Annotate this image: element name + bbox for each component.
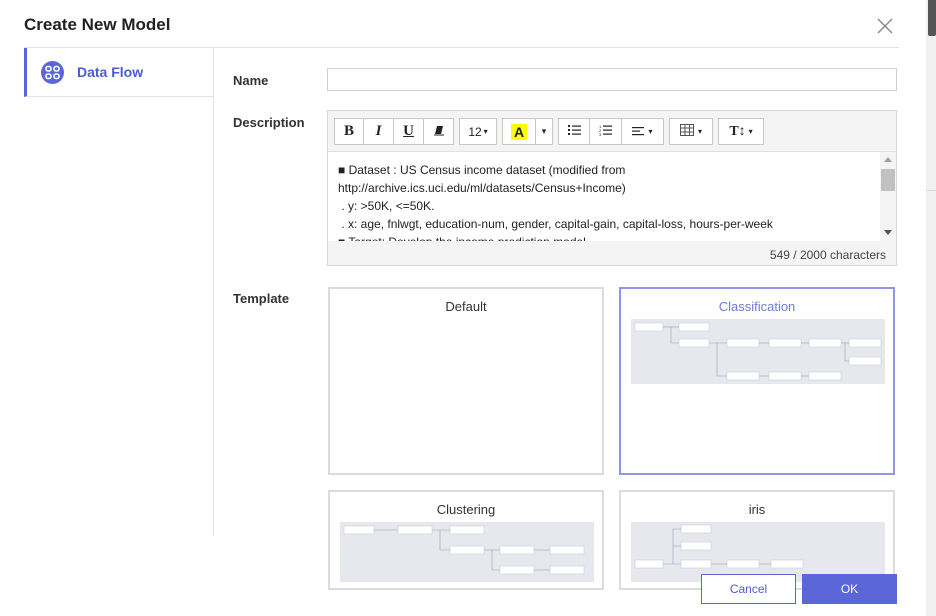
- chevron-down-icon: ▾: [748, 127, 753, 136]
- underline-button[interactable]: U: [394, 118, 424, 145]
- description-label: Description: [233, 115, 305, 130]
- editor-scrollbar[interactable]: [880, 152, 896, 241]
- description-textarea[interactable]: ■ Dataset : US Census income dataset (mo…: [328, 151, 896, 241]
- description-content: ■ Dataset : US Census income dataset (mo…: [338, 161, 878, 241]
- page-scrollbar-thumb[interactable]: [928, 0, 936, 36]
- description-line: http://archive.ics.uci.edu/ml/datasets/C…: [338, 181, 626, 195]
- sidebar-item-label: Data Flow: [77, 64, 144, 80]
- scroll-down-icon[interactable]: [884, 230, 892, 235]
- template-card-classification[interactable]: Classification: [619, 287, 895, 475]
- cancel-button[interactable]: Cancel: [701, 574, 796, 604]
- close-icon[interactable]: [873, 14, 897, 38]
- bullet-list-icon: [567, 124, 581, 139]
- svg-text:3: 3: [599, 132, 602, 136]
- text-color-icon: A: [510, 123, 528, 140]
- editor-scrollbar-thumb[interactable]: [881, 169, 895, 191]
- template-name: iris: [748, 502, 766, 517]
- description-line: . x: age, fnlwgt, education-num, gender,…: [338, 217, 773, 231]
- template-preview-image: [631, 319, 885, 384]
- page-scrollbar-divider: [926, 190, 936, 191]
- font-size-dropdown[interactable]: 12 ▾: [459, 118, 497, 145]
- font-size-value: 12: [468, 124, 482, 139]
- chevron-down-icon: ▾: [541, 126, 547, 136]
- editor-toolbar: B I U 12 ▾ A ▾ 1 2 3 ▾ ▾ T↕ ▾: [334, 118, 769, 146]
- align-dropdown[interactable]: ▾: [622, 118, 664, 145]
- align-left-icon: [632, 125, 645, 139]
- bold-button[interactable]: B: [334, 118, 364, 145]
- chevron-down-icon: ▾: [697, 127, 702, 136]
- name-label: Name: [233, 73, 269, 88]
- character-count: 549 / 2000 characters: [769, 248, 886, 262]
- description-line: . y: >50K, <=50K.: [338, 199, 435, 213]
- template-card-clustering[interactable]: Clustering: [328, 490, 604, 590]
- eraser-icon: [433, 124, 445, 139]
- dialog-title: Create New Model: [24, 15, 171, 34]
- numbered-list-button[interactable]: 123: [590, 118, 622, 145]
- template-card-default[interactable]: Default: [328, 287, 604, 475]
- line-height-icon: T↕: [729, 123, 746, 139]
- page-scrollbar[interactable]: [926, 0, 936, 616]
- description-line: ■ Target: Develop the income prediction …: [338, 233, 878, 241]
- table-icon: [679, 124, 694, 139]
- bullet-list-button[interactable]: [558, 118, 590, 145]
- numbered-list-icon: 123: [599, 124, 612, 139]
- template-name: Default: [445, 299, 487, 314]
- data-flow-icon: [41, 60, 64, 84]
- template-preview-image: [631, 522, 885, 582]
- text-color-dropdown[interactable]: ▾: [536, 118, 553, 145]
- chevron-down-icon: ▾: [483, 127, 488, 136]
- text-color-button[interactable]: A: [502, 118, 536, 145]
- sidebar-divider: [213, 48, 214, 536]
- template-preview-image: [340, 522, 594, 582]
- scroll-up-icon[interactable]: [884, 157, 892, 162]
- table-dropdown[interactable]: ▾: [669, 118, 713, 145]
- eraser-button[interactable]: [424, 118, 454, 145]
- italic-button[interactable]: I: [364, 118, 394, 145]
- name-input[interactable]: [327, 68, 897, 91]
- description-line: ■ Dataset : US Census income dataset (mo…: [338, 163, 626, 177]
- line-height-dropdown[interactable]: T↕ ▾: [718, 118, 764, 145]
- template-name: Clustering: [436, 502, 496, 517]
- ok-button[interactable]: OK: [802, 574, 897, 604]
- template-label: Template: [233, 291, 290, 306]
- template-name: Classification: [718, 299, 796, 314]
- description-editor: B I U 12 ▾ A ▾ 1 2 3 ▾ ▾ T↕ ▾ ■ Dataset …: [327, 110, 897, 266]
- chevron-down-icon: ▾: [648, 127, 653, 136]
- sidebar-item-data-flow[interactable]: Data Flow: [24, 48, 213, 97]
